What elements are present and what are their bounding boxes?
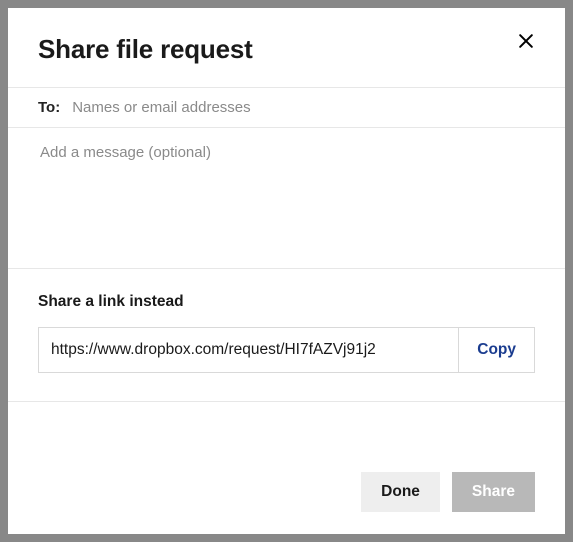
share-link-input[interactable] (39, 328, 458, 372)
modal-header: Share file request (8, 8, 565, 87)
to-field-row: To: (8, 88, 565, 127)
share-button[interactable]: Share (452, 472, 535, 512)
message-input[interactable] (38, 142, 535, 258)
share-link-section: Share a link instead Copy (8, 269, 565, 401)
share-link-heading: Share a link instead (38, 293, 535, 311)
close-icon (516, 31, 536, 56)
share-link-row: Copy (38, 327, 535, 373)
message-area (8, 128, 565, 268)
modal-title: Share file request (38, 34, 535, 65)
divider (8, 401, 565, 402)
copy-link-button[interactable]: Copy (458, 328, 534, 372)
recipients-input[interactable] (70, 98, 535, 117)
done-button[interactable]: Done (361, 472, 440, 512)
to-label: To: (38, 99, 60, 116)
share-file-request-modal: Share file request To: Share a link inst… (8, 8, 565, 534)
modal-overlay: Share file request To: Share a link inst… (0, 0, 573, 542)
modal-footer: Done Share (8, 450, 565, 534)
close-button[interactable] (513, 30, 539, 56)
